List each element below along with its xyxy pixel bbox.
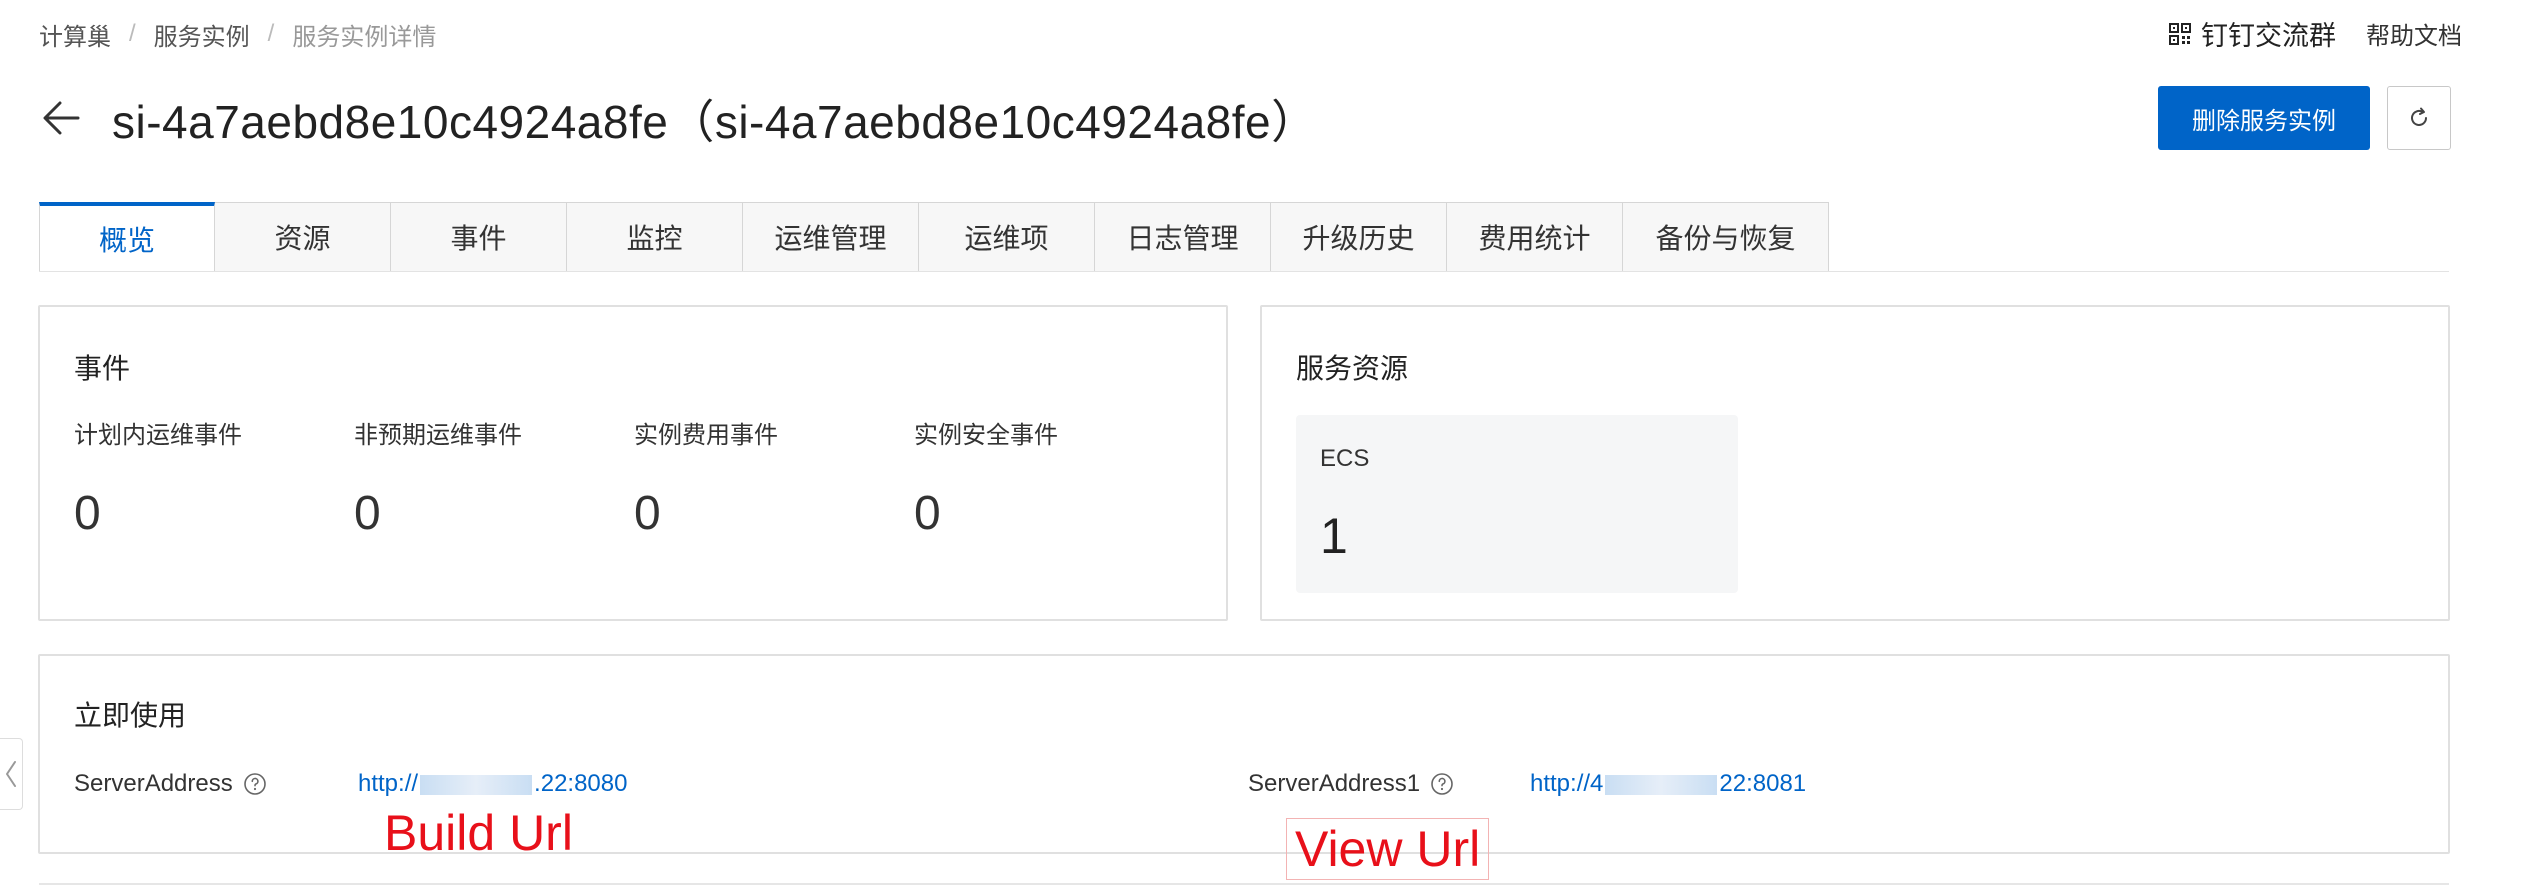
server-address-url-suffix: .22:8080 (534, 770, 628, 797)
delete-service-instance-button[interactable]: 删除服务实例 (2158, 86, 2370, 150)
metric-value[interactable]: 0 (354, 486, 522, 541)
metric-value[interactable]: 0 (914, 486, 1058, 541)
metric-instance-security-events: 实例安全事件 0 (914, 415, 1058, 541)
breadcrumb-item-compute-nest[interactable]: 计算巢 (39, 17, 111, 52)
header-links: 钉钉交流群 帮助文档 (2169, 14, 2462, 53)
events-card: 事件 计划内运维事件 0 非预期运维事件 0 实例费用事件 0 实例安全事件 0 (38, 305, 1228, 621)
breadcrumb-separator: / (129, 20, 136, 47)
tab-resources[interactable]: 资源 (215, 202, 391, 272)
server-address-label-text: ServerAddress (74, 770, 233, 797)
tab-events[interactable]: 事件 (391, 202, 567, 272)
metric-label: 非预期运维事件 (354, 422, 522, 449)
metric-label: 实例费用事件 (634, 422, 778, 449)
quick-use-title: 立即使用 (74, 700, 187, 731)
view-url-annotation: View Url (1286, 818, 1490, 880)
tab-bar: 概览 资源 事件 监控 运维管理 运维项 日志管理 升级历史 费用统计 备份与恢… (39, 202, 1829, 272)
server-address-url-prefix: http:// (358, 770, 419, 797)
service-resources-card: 服务资源 ECS 1 (1260, 305, 2450, 621)
ecs-label: ECS (1320, 445, 1370, 472)
help-docs-link[interactable]: 帮助文档 (2366, 16, 2462, 51)
tab-cost-statistics[interactable]: 费用统计 (1447, 202, 1623, 272)
redacted-ip (420, 774, 533, 795)
qrcode-icon (2169, 22, 2191, 45)
question-circle-icon[interactable] (243, 772, 267, 796)
ecs-count: 1 (1320, 508, 1348, 564)
question-circle-icon[interactable] (1430, 772, 1454, 796)
arrow-left-icon[interactable] (40, 97, 82, 139)
metric-value[interactable]: 0 (634, 486, 778, 541)
tab-ops-management[interactable]: 运维管理 (743, 202, 919, 272)
dingtalk-group-label: 钉钉交流群 (2201, 21, 2336, 51)
metric-unexpected-ops-events: 非预期运维事件 0 (354, 415, 522, 541)
breadcrumb-separator: / (267, 20, 275, 47)
breadcrumb-item-service-instances[interactable]: 服务实例 (154, 17, 250, 52)
server-address1-label: ServerAddress1 (1248, 770, 1454, 798)
tab-divider (39, 271, 2449, 272)
metric-value[interactable]: 0 (74, 486, 242, 541)
breadcrumb-item-current: 服务实例详情 (292, 23, 437, 51)
refresh-icon (2411, 107, 2427, 126)
tab-log-management[interactable]: 日志管理 (1095, 202, 1271, 272)
sidebar-expand-handle[interactable] (0, 738, 23, 810)
metric-instance-cost-events: 实例费用事件 0 (634, 415, 778, 541)
tab-upgrade-history[interactable]: 升级历史 (1271, 202, 1447, 272)
refresh-button[interactable] (2387, 86, 2451, 150)
breadcrumb: 计算巢 / 服务实例 / 服务实例详情 (39, 16, 436, 52)
redacted-ip (1605, 774, 1718, 795)
server-address1-link[interactable]: http://4 22:8081 (1530, 770, 1806, 798)
tab-overview[interactable]: 概览 (39, 202, 215, 272)
chevron-left-icon (6, 761, 16, 787)
events-card-title: 事件 (74, 353, 131, 384)
tab-backup-restore[interactable]: 备份与恢复 (1623, 202, 1829, 272)
server-address-link[interactable]: http:// .22:8080 (358, 770, 627, 798)
bottom-divider (39, 883, 2449, 885)
service-resources-title: 服务资源 (1296, 353, 1409, 384)
ecs-resource-tile[interactable]: ECS 1 (1296, 415, 1738, 593)
metric-label: 计划内运维事件 (74, 422, 242, 449)
metric-planned-ops-events: 计划内运维事件 0 (74, 415, 242, 541)
server-address1-url-suffix: 22:8081 (1719, 770, 1807, 797)
tab-monitoring[interactable]: 监控 (567, 202, 743, 272)
server-address-label: ServerAddress (74, 770, 267, 798)
build-url-annotation: Build Url (384, 805, 573, 861)
server-address1-url-prefix: http://4 (1530, 770, 1604, 797)
page-title: si-4a7aebd8e10c4924a8fe（si-4a7aebd8e10c4… (112, 96, 1318, 148)
metric-label: 实例安全事件 (914, 422, 1058, 449)
dingtalk-group-link[interactable]: 钉钉交流群 (2169, 14, 2336, 53)
tab-ops-items[interactable]: 运维项 (919, 202, 1095, 272)
server-address1-label-text: ServerAddress1 (1248, 770, 1421, 797)
